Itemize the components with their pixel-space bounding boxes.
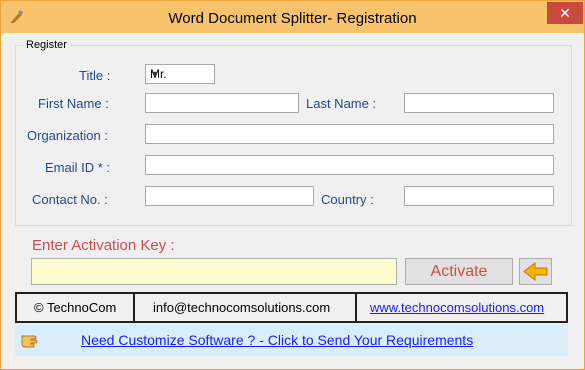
footer-divider [133, 294, 135, 321]
window-title: Word Document Splitter- Registration [168, 10, 417, 27]
organization-field[interactable] [145, 124, 554, 144]
contact-field[interactable] [145, 186, 314, 206]
title-bar[interactable]: Word Document Splitter- Registration ✕ [1, 1, 584, 33]
activation-key-input[interactable] [31, 258, 397, 285]
left-arrow-icon [520, 261, 551, 288]
registration-window: Word Document Splitter- Registration ✕ R… [0, 0, 585, 370]
footer-info-bar: © TechnoCom info@technocomsolutions.com … [15, 292, 568, 323]
email-label: Email ID * : [45, 160, 111, 175]
register-group-label: Register [23, 39, 70, 51]
first-name-field[interactable] [145, 93, 299, 113]
activation-key-label: Enter Activation Key : [32, 237, 175, 254]
country-label: Country : [321, 192, 374, 207]
back-arrow-button[interactable] [519, 258, 552, 285]
contact-email: info@technocomsolutions.com [153, 300, 331, 315]
last-name-field[interactable] [404, 93, 554, 113]
close-button[interactable]: ✕ [547, 2, 583, 24]
customize-software-bar[interactable]: Need Customize Software ? - Click to Sen… [15, 324, 568, 356]
website-link[interactable]: www.technocomsolutions.com [370, 300, 544, 315]
title-select[interactable]: Mr. ▼ [145, 64, 215, 84]
footer-divider [355, 294, 357, 321]
organization-label: Organization : [27, 128, 108, 143]
email-field[interactable] [145, 155, 554, 175]
title-label: Title : [79, 68, 111, 83]
chevron-down-icon: ▼ [150, 69, 159, 79]
last-name-label: Last Name : [306, 96, 377, 111]
contact-label: Contact No. : [32, 192, 108, 207]
country-field[interactable] [404, 186, 554, 206]
company-name: © TechnoCom [34, 300, 117, 315]
first-name-label: First Name : [38, 96, 109, 111]
send-requirements-link[interactable]: Need Customize Software ? - Click to Sen… [81, 332, 473, 348]
activate-button[interactable]: Activate [405, 258, 513, 285]
pointing-hand-icon [20, 329, 42, 349]
